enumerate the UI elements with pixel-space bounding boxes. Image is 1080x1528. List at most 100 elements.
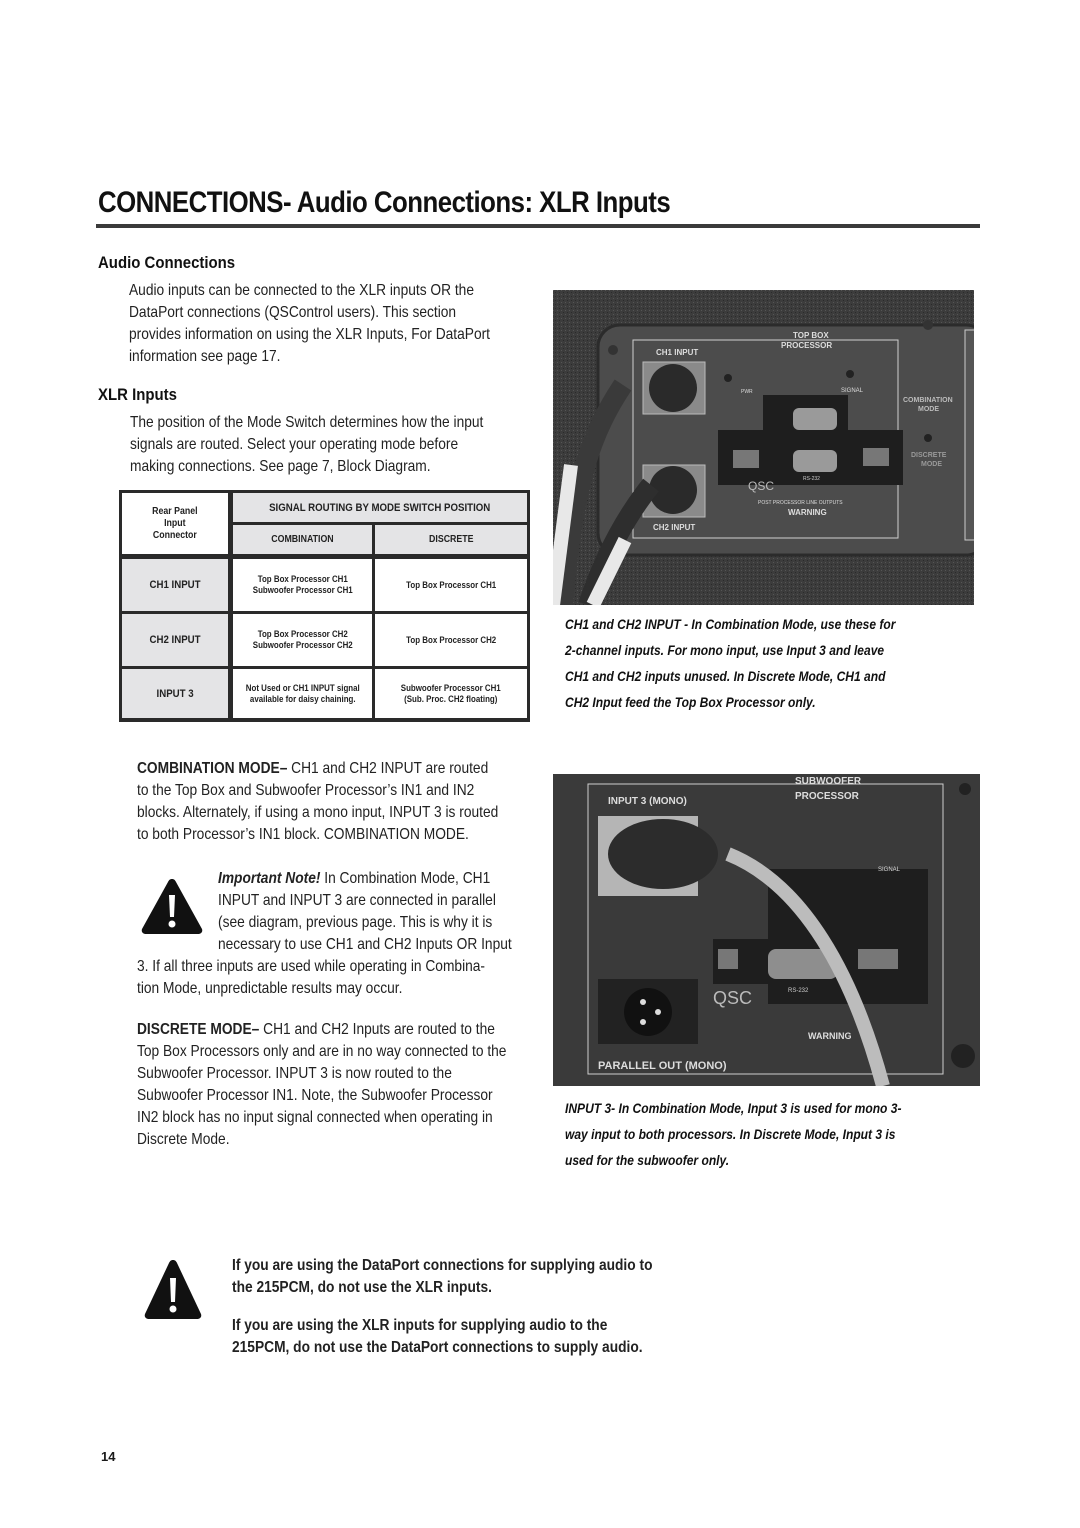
connector-label: INPUT 3 (156, 687, 194, 700)
text-line: IN2 block has no input signal connected … (137, 1109, 493, 1126)
text-line: If you are using the DataPort connection… (232, 1257, 653, 1274)
text-line: INPUT and INPUT 3 are connected in paral… (218, 892, 496, 909)
text-line: signals are routed. Select your operatin… (130, 436, 459, 453)
combination-mode-label: COMBINATION MODE (137, 760, 280, 777)
caption-line: 2-channel inputs. For mono input, use In… (565, 642, 885, 658)
important-note-text: Important Note! In Combination Mode, CH1… (218, 868, 578, 956)
input3-label: INPUT 3 (MONO) (608, 796, 687, 807)
text-line: 215PCM, do not use the DataPort connecti… (232, 1339, 643, 1356)
caption-line: CH1 and CH2 INPUT - In Combination Mode,… (565, 616, 896, 632)
text-line: blocks. Alternately, if using a mono inp… (137, 804, 499, 821)
discrete-mode-label: MODE (921, 461, 942, 468)
signal-routing-table: Rear Panel Input Connector SIGNAL ROUTIN… (119, 490, 530, 722)
text-line: to the Top Box and Subwoofer Processor’s… (137, 782, 475, 799)
group-header-text: SIGNAL ROUTING BY MODE SWITCH POSITION (269, 501, 491, 514)
ch2-label: CH2 INPUT (653, 523, 695, 532)
signal-label: SIGNAL (878, 867, 901, 873)
page-number: 14 (101, 1449, 116, 1464)
dash: – (279, 760, 292, 777)
column-header-text: DISCRETE (428, 533, 474, 545)
table-cell-combination: Not Used or CH1 INPUT signal available fo… (233, 669, 372, 718)
cell-line: Top Box Processor CH1 (257, 574, 348, 584)
text-line: provides information on using the XLR In… (129, 326, 491, 343)
table-cell-combination: Top Box Processor CH1 Subwoofer Processor… (233, 559, 372, 611)
xlr-inputs-text: The position of the Mode Switch determin… (130, 412, 590, 478)
header-line: Input (164, 517, 186, 529)
table-cell-combination: Top Box Processor CH2 Subwoofer Processor… (233, 614, 372, 666)
parallel-out-label: PARALLEL OUT (MONO) (598, 1060, 727, 1072)
discrete-mode-label: DISCRETE MODE (137, 1021, 252, 1038)
text-line: DataPort connections (QSControl users). … (129, 304, 457, 321)
connector-label: CH1 INPUT (149, 579, 201, 591)
discrete-mode-label: DISCRETE (911, 452, 947, 459)
ch1-label: CH1 INPUT (656, 348, 698, 357)
qsc-logo: QSC (748, 479, 774, 493)
column-header-discrete: DISCRETE (375, 525, 527, 554)
audio-connections-heading: Audio Connections (98, 253, 236, 272)
text-line: DISCRETE MODE– CH1 and CH2 Inputs are ro… (137, 1019, 533, 1041)
text-line: making connections. See page 7, Block Di… (130, 458, 431, 475)
text-line: COMBINATION MODE– CH1 and CH2 INPUT are … (137, 758, 533, 780)
text-line: Top Box Processors only and are in no wa… (137, 1043, 507, 1060)
title-divider (96, 224, 980, 228)
text-line: information see page 17. (129, 348, 281, 365)
table-cell-discrete: Top Box Processor CH1 (375, 559, 527, 611)
cell-line: Top Box Processor CH1 (405, 580, 497, 590)
text-line: If you are using the XLR inputs for supp… (232, 1317, 608, 1334)
text-line: Subwoofer Processor. INPUT 3 is now rout… (137, 1065, 452, 1082)
photo-input-3: INPUT 3 (MONO) SUBWOOFER PROCESSOR SIGNA… (553, 774, 980, 1086)
table-cell-discrete: Top Box Processor CH2 (375, 614, 527, 666)
caption-line: CH2 Input feed the Top Box Processor onl… (565, 694, 816, 710)
rs232-label: RS-232 (803, 476, 820, 482)
table-row-connector: INPUT 3 (122, 669, 228, 718)
post-processor-label: POST PROCESSOR LINE OUTPUTS (758, 500, 843, 506)
discrete-mode-text: DISCRETE MODE– CH1 and CH2 Inputs are ro… (137, 1019, 597, 1151)
caption-line: used for the subwoofer only. (565, 1152, 730, 1168)
text-line: Audio inputs can be connected to the XLR… (129, 282, 474, 299)
text-line: Important Note! In Combination Mode, CH1 (218, 868, 528, 890)
page-title: CONNECTIONS- Audio Connections: XLR Inpu… (98, 186, 671, 219)
caption-line: INPUT 3- In Combination Mode, Input 3 is… (565, 1100, 902, 1116)
table-row-connector: CH2 INPUT (122, 614, 228, 666)
header-line: Connector (152, 529, 197, 541)
table-cell-discrete: Subwoofer Processor CH1 (Sub. Proc. CH2 f… (375, 669, 527, 718)
combination-mode-text: COMBINATION MODE– CH1 and CH2 INPUT are … (137, 758, 597, 846)
table-row-connector: CH1 INPUT (122, 559, 228, 611)
cell-line: Subwoofer Processor CH2 (252, 640, 353, 650)
warning-triangle-icon (140, 877, 204, 935)
rs232-label: RS-232 (788, 988, 809, 994)
text-line: 3. If all three inputs are used while op… (137, 958, 486, 975)
processor-label: SUBWOOFER (795, 776, 862, 787)
qsc-logo: QSC (713, 988, 752, 1008)
text-fragment: In Combination Mode, CH1 (320, 870, 491, 887)
cell-line: Top Box Processor CH2 (405, 635, 497, 645)
cell-line: (Sub. Proc. CH2 floating) (404, 693, 498, 704)
xlr-inputs-heading: XLR Inputs (98, 385, 177, 404)
header-line: Rear Panel (152, 505, 198, 517)
column-header-combination: COMBINATION (233, 525, 372, 554)
audio-connections-text: Audio inputs can be connected to the XLR… (129, 280, 579, 368)
warning-label: WARNING (808, 1031, 852, 1041)
processor-label: PROCESSOR (781, 341, 832, 350)
text-line: Discrete Mode. (137, 1131, 230, 1148)
text-line: Subwoofer Processor IN1. Note, the Subwo… (137, 1087, 493, 1104)
photo-ch1-ch2-inputs: CH1 INPUT CH2 INPUT TOP BOX PROCESSOR PW… (553, 290, 974, 605)
signal-label: SIGNAL (841, 388, 864, 394)
pwr-label: PWR (741, 389, 753, 395)
dataport-warning-text: If you are using the DataPort connection… (232, 1255, 792, 1359)
important-note-label: Important Note! (218, 870, 321, 887)
text-line: tion Mode, unpredictable results may occ… (137, 980, 403, 997)
text-line: the 215PCM, do not use the XLR inputs. (232, 1279, 492, 1296)
cell-line: Subwoofer Processor CH1 (252, 585, 353, 595)
text-fragment: CH1 and CH2 INPUT are routed (291, 760, 489, 777)
dash: – (251, 1021, 264, 1038)
caption-ch1-ch2: CH1 and CH2 INPUT - In Combination Mode,… (565, 611, 1005, 715)
important-note-continued: 3. If all three inputs are used while op… (137, 956, 597, 1000)
text-line: The position of the Mode Switch determin… (130, 414, 484, 431)
cell-line: Subwoofer Processor CH1 (401, 682, 501, 693)
combination-mode-label: MODE (918, 406, 939, 413)
combination-mode-label: COMBINATION (903, 397, 953, 404)
table-group-header: SIGNAL ROUTING BY MODE SWITCH POSITION (233, 493, 527, 522)
rear-panel-photo-bottom: INPUT 3 (MONO) SUBWOOFER PROCESSOR SIGNA… (553, 774, 980, 1086)
connector-label: CH2 INPUT (149, 634, 201, 646)
